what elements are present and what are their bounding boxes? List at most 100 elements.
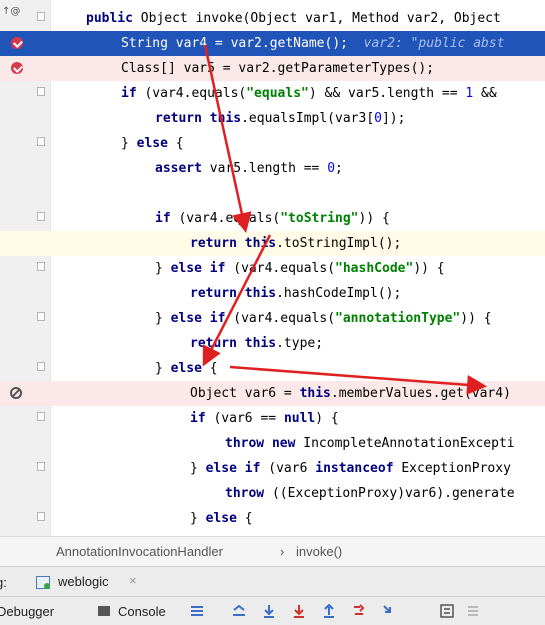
console-icon xyxy=(98,606,110,616)
tab-weblogic[interactable]: weblogic xyxy=(58,574,109,589)
code-token: 0 xyxy=(327,161,336,176)
code-text: if (var4.equals("toString")) { xyxy=(155,209,390,228)
code-line[interactable]: return this.hashCodeImpl(); xyxy=(0,281,545,306)
breadcrumb: AnnotationInvocationHandler › invoke() xyxy=(0,536,545,567)
fold-icon[interactable] xyxy=(37,12,45,21)
code-text: return this.equalsImpl(var3[0]); xyxy=(155,109,405,128)
code-line[interactable]: return this.toStringImpl(); xyxy=(0,231,545,256)
code-token: return this xyxy=(190,336,277,351)
code-token: )) { xyxy=(460,311,492,326)
code-text: Class[] var5 = var2.getParameterTypes(); xyxy=(121,59,434,78)
code-token: ExceptionProxy xyxy=(401,461,511,476)
code-token: } xyxy=(155,311,171,326)
code-line[interactable]: Object var6 = this.memberValues.get(var4… xyxy=(0,381,545,406)
breakpoint-icon[interactable] xyxy=(11,37,23,49)
code-line[interactable]: } else { xyxy=(0,506,545,531)
fold-icon[interactable] xyxy=(37,512,45,521)
code-text: if (var4.equals("equals") && var5.length… xyxy=(121,84,497,103)
code-line[interactable] xyxy=(0,181,545,206)
code-token: else xyxy=(136,136,176,151)
fold-icon[interactable] xyxy=(37,262,45,271)
breakpoint-icon[interactable] xyxy=(11,62,23,74)
code-text: } else if (var4.equals("hashCode")) { xyxy=(155,259,445,278)
code-text: throw new IncompleteAnnotationExcepti xyxy=(225,434,515,453)
tab-console[interactable]: Console xyxy=(118,604,166,619)
code-line[interactable]: if (var6 == null) { xyxy=(0,406,545,431)
layout-icon[interactable] xyxy=(190,604,204,618)
force-step-into-icon[interactable] xyxy=(322,604,336,618)
evaluate-expression-icon[interactable] xyxy=(440,604,454,618)
code-token: (var4.equals( xyxy=(233,311,336,326)
code-token: return this xyxy=(155,111,242,126)
trace-icon[interactable] xyxy=(466,604,480,618)
code-token: else if xyxy=(170,311,234,326)
code-line[interactable]: } else { xyxy=(0,131,545,156)
fold-icon[interactable] xyxy=(37,462,45,471)
code-token: var5.length == xyxy=(209,161,328,176)
tab-debugger[interactable]: Debugger xyxy=(0,604,54,619)
code-line[interactable]: } else { xyxy=(0,356,545,381)
code-token: .type; xyxy=(276,336,324,351)
fold-icon[interactable] xyxy=(37,412,45,421)
run-to-cursor-icon[interactable] xyxy=(382,604,396,618)
code-text: } else { xyxy=(190,509,253,528)
fold-icon[interactable] xyxy=(37,312,45,321)
code-text: if (var6 == null) { xyxy=(190,409,339,428)
code-line[interactable]: Class[] var5 = var2.getParameterTypes(); xyxy=(0,56,545,81)
code-token: (var4.equals( xyxy=(144,86,247,101)
step-over-icon[interactable] xyxy=(262,604,276,618)
code-text: return this.toStringImpl(); xyxy=(190,234,401,253)
code-token: else xyxy=(170,361,210,376)
code-line[interactable]: throw ((ExceptionProxy)var6).generate xyxy=(0,481,545,506)
code-token: .hashCodeImpl(); xyxy=(276,286,402,301)
code-token: instanceof xyxy=(315,461,402,476)
code-token: throw xyxy=(225,486,272,501)
code-token: .equalsImpl(var3[ xyxy=(241,111,375,126)
code-token: } xyxy=(121,136,137,151)
code-token: else xyxy=(205,511,245,526)
code-editor[interactable]: public Object invoke(Object var1, Method… xyxy=(0,0,545,536)
code-token: assert xyxy=(155,161,210,176)
code-token: else if xyxy=(205,461,269,476)
code-token: null xyxy=(283,411,316,426)
fold-icon[interactable] xyxy=(37,87,45,96)
fold-icon[interactable] xyxy=(37,362,45,371)
muted-breakpoint-icon[interactable] xyxy=(10,387,22,399)
code-line[interactable]: } else if (var6 instanceof ExceptionProx… xyxy=(0,456,545,481)
active-session-icon xyxy=(44,583,50,589)
code-token: (var6 xyxy=(268,461,316,476)
breadcrumb-method[interactable]: invoke() xyxy=(296,544,342,559)
show-execution-point-icon[interactable] xyxy=(232,604,246,618)
step-into-icon[interactable] xyxy=(292,604,306,618)
code-token: } xyxy=(190,511,206,526)
code-text: } else if (var4.equals("annotationType")… xyxy=(155,309,492,328)
code-line[interactable]: return this.type; xyxy=(0,331,545,356)
code-token: } xyxy=(155,261,171,276)
code-text: String var4 = var2.getName(); var2: "pub… xyxy=(121,34,505,53)
code-token: (var6 == xyxy=(213,411,284,426)
code-line[interactable]: } else if (var4.equals("hashCode")) { xyxy=(0,256,545,281)
code-token: throw new xyxy=(225,436,304,451)
code-line[interactable]: if (var4.equals("toString")) { xyxy=(0,206,545,231)
code-token: ; xyxy=(335,161,343,176)
code-line[interactable]: } else if (var4.equals("annotationType")… xyxy=(0,306,545,331)
fold-icon[interactable] xyxy=(37,212,45,221)
close-tab-icon[interactable]: × xyxy=(129,573,137,588)
code-token: if xyxy=(121,86,145,101)
code-line[interactable]: public Object invoke(Object var1, Method… xyxy=(0,6,545,31)
code-token: "annotationType" xyxy=(335,311,461,326)
code-text: public Object invoke(Object var1, Method… xyxy=(86,9,501,28)
code-token: Object invoke(Object var1, Method var2, … xyxy=(140,11,501,26)
code-line[interactable]: if (var4.equals("equals") && var5.length… xyxy=(0,81,545,106)
execution-line[interactable]: String var4 = var2.getName(); var2: "pub… xyxy=(0,31,545,56)
fold-icon[interactable] xyxy=(37,137,45,146)
code-token: (var4.equals( xyxy=(233,261,336,276)
code-line[interactable]: return this.equalsImpl(var3[0]); xyxy=(0,106,545,131)
step-out-icon[interactable] xyxy=(352,604,366,618)
code-text: } else { xyxy=(155,359,218,378)
breadcrumb-class[interactable]: AnnotationInvocationHandler xyxy=(56,544,223,559)
code-token: )) { xyxy=(413,261,445,276)
code-text: Object var6 = this.memberValues.get(var4… xyxy=(190,384,511,403)
code-line[interactable]: assert var5.length == 0; xyxy=(0,156,545,181)
code-line[interactable]: throw new IncompleteAnnotationExcepti xyxy=(0,431,545,456)
